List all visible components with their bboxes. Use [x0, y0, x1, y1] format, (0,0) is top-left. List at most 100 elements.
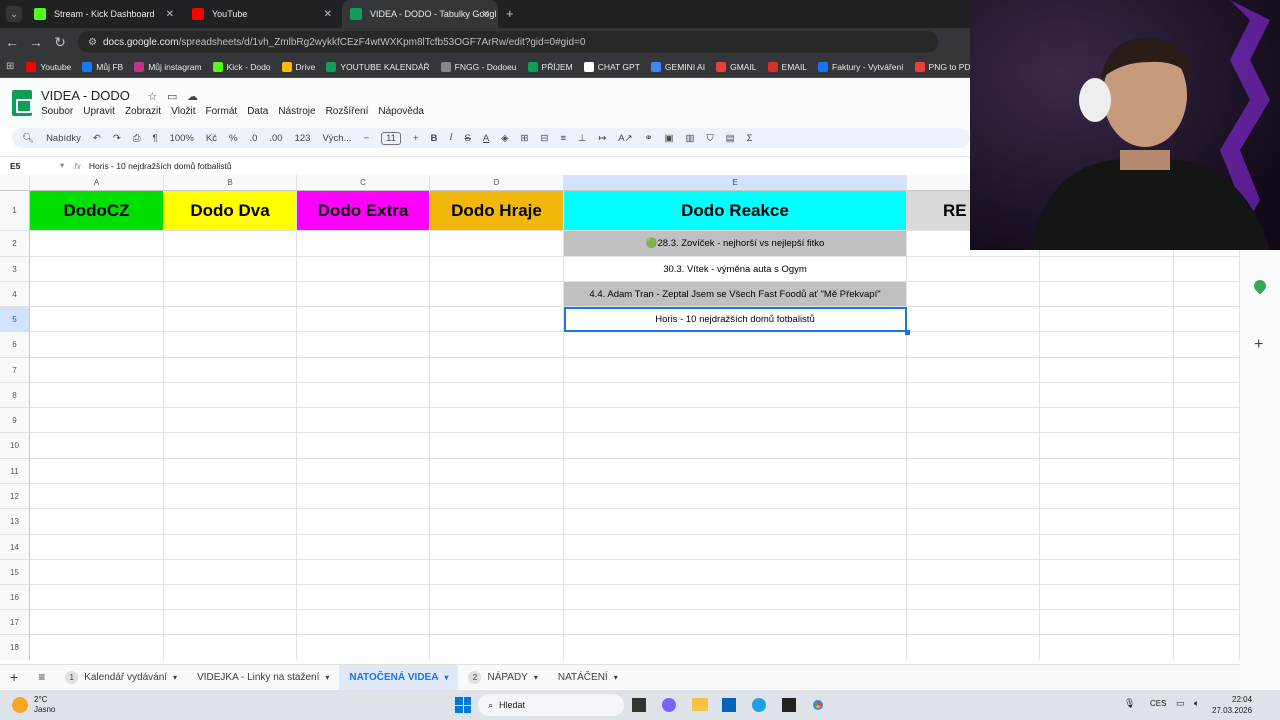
cell[interactable] [297, 383, 430, 408]
add-addon-icon[interactable]: + [1254, 336, 1263, 354]
cell[interactable] [30, 433, 164, 459]
header-cell[interactable]: Dodo Dva [164, 191, 297, 231]
more-formats-button[interactable]: 123 [295, 133, 311, 144]
cell[interactable] [430, 585, 564, 610]
menu-item[interactable]: Formát [206, 106, 238, 117]
cell[interactable] [1174, 610, 1240, 635]
site-info-icon[interactable]: ⚙ [88, 37, 97, 48]
bookmark-item[interactable]: Můj FB [82, 61, 123, 72]
bookmark-item[interactable]: PNG to PDF [914, 61, 976, 72]
row-header[interactable]: 15 [0, 560, 30, 585]
close-tab-icon[interactable]: ✕ [324, 9, 332, 20]
cell[interactable] [1040, 383, 1174, 408]
menu-item[interactable]: Nástroje [278, 106, 315, 117]
cell[interactable] [1174, 484, 1240, 509]
cell[interactable] [907, 383, 1040, 408]
borders-icon[interactable]: ⊞ [521, 133, 529, 144]
file-explorer-icon[interactable] [692, 698, 708, 711]
cell[interactable] [907, 509, 1040, 535]
strikethrough-icon[interactable]: S [465, 133, 471, 144]
tab-search-button[interactable]: ⌄ [6, 6, 22, 22]
cell[interactable] [430, 282, 564, 307]
text-wrap-icon[interactable]: ↦ [598, 133, 606, 144]
cell[interactable] [430, 433, 564, 459]
redo-icon[interactable]: ↷ [113, 133, 121, 144]
increase-decimal-button[interactable]: .00 [269, 133, 282, 144]
cell[interactable] [564, 509, 907, 535]
cell[interactable] [164, 585, 297, 610]
cell[interactable] [430, 383, 564, 408]
cell[interactable] [564, 535, 907, 560]
close-tab-icon[interactable]: ✕ [166, 9, 174, 20]
italic-icon[interactable]: I [449, 133, 452, 143]
cell[interactable] [907, 257, 1040, 282]
cell[interactable] [907, 484, 1040, 509]
cell[interactable] [30, 332, 164, 358]
volume-icon[interactable]: 🔈︎ [1194, 698, 1199, 709]
cell[interactable] [1040, 307, 1174, 332]
row-header[interactable]: 11 [0, 459, 30, 484]
cell[interactable] [297, 358, 430, 383]
cell[interactable] [1040, 635, 1174, 660]
sheet-tab[interactable]: 2 NÁPADY ▾ [458, 665, 547, 690]
weather-icon[interactable] [12, 697, 28, 713]
column-header[interactable]: E [564, 175, 907, 191]
percent-format-button[interactable]: % [229, 133, 237, 144]
cell[interactable] [907, 610, 1040, 635]
row-header[interactable]: 18 [0, 635, 30, 660]
cell[interactable] [164, 484, 297, 509]
row-header[interactable]: 1 [0, 191, 30, 231]
currency-format-button[interactable]: Kč [206, 133, 217, 144]
cell[interactable] [164, 307, 297, 332]
cell[interactable] [1174, 332, 1240, 358]
menu-item[interactable]: Vložit [171, 106, 195, 117]
cell[interactable] [297, 257, 430, 282]
cell[interactable] [297, 509, 430, 535]
cell[interactable] [297, 610, 430, 635]
cell[interactable] [907, 282, 1040, 307]
cell[interactable] [297, 282, 430, 307]
menu-item[interactable]: Rozšíření [326, 106, 369, 117]
decrease-decimal-button[interactable]: .0 [249, 133, 257, 144]
cell[interactable] [30, 231, 164, 257]
sheets-logo-icon[interactable] [12, 90, 32, 116]
cell[interactable] [564, 358, 907, 383]
cell[interactable] [1040, 433, 1174, 459]
cell[interactable] [30, 585, 164, 610]
row-header[interactable]: 10 [0, 433, 30, 459]
bookmark-item[interactable]: CHAT GPT [583, 61, 640, 72]
cell[interactable] [297, 560, 430, 585]
cell[interactable] [1040, 459, 1174, 484]
bookmark-item[interactable]: FNGG - Dodoeu [440, 61, 517, 72]
url-input[interactable]: ⚙ docs.google.com/spreadsheets/d/1vh_Zml… [78, 31, 938, 53]
tab-kick-dashboard[interactable]: Stream - Kick Dashboard ✕ [26, 2, 182, 26]
cell[interactable] [430, 332, 564, 358]
video-cell[interactable]: 🟢28.3. Zovíček - nejhorší vs nejlepší fi… [564, 231, 907, 257]
sheet-tab[interactable]: VIDEJKA - Linky na stažení ▾ [187, 665, 339, 690]
row-header[interactable]: 5 [0, 307, 30, 332]
header-cell[interactable]: Dodo Reakce [564, 191, 907, 231]
cell[interactable] [430, 509, 564, 535]
cell[interactable] [30, 509, 164, 535]
chrome-icon[interactable] [810, 697, 826, 713]
network-icon[interactable]: ▭ [1176, 698, 1185, 709]
cell[interactable] [164, 257, 297, 282]
edge-icon[interactable] [752, 698, 766, 712]
task-view-icon[interactable] [632, 698, 646, 712]
formula-input[interactable]: Horis - 10 nejdražších domů fotbalistů [89, 161, 232, 171]
filter-views-icon[interactable]: ▤ [726, 133, 735, 144]
cell[interactable] [1040, 484, 1174, 509]
cell[interactable] [30, 560, 164, 585]
row-header[interactable]: 14 [0, 535, 30, 560]
sheet-tab[interactable]: 1 Kalendář vydávání ▾ [55, 665, 187, 690]
cell[interactable] [907, 560, 1040, 585]
bookmark-item[interactable]: Kick - Dodo [212, 61, 271, 72]
sheet-tab[interactable]: NATOČENÁ VIDEA ▾ [339, 664, 459, 690]
cell[interactable] [1174, 408, 1240, 433]
bookmark-item[interactable]: Youtube [26, 61, 71, 72]
cell[interactable] [564, 408, 907, 433]
video-cell[interactable]: 4.4. Adam Tran - Zeptal Jsem se Všech Fa… [564, 282, 907, 307]
cell[interactable] [164, 635, 297, 660]
cell[interactable] [30, 459, 164, 484]
print-icon[interactable]: ⎙ [133, 133, 141, 144]
